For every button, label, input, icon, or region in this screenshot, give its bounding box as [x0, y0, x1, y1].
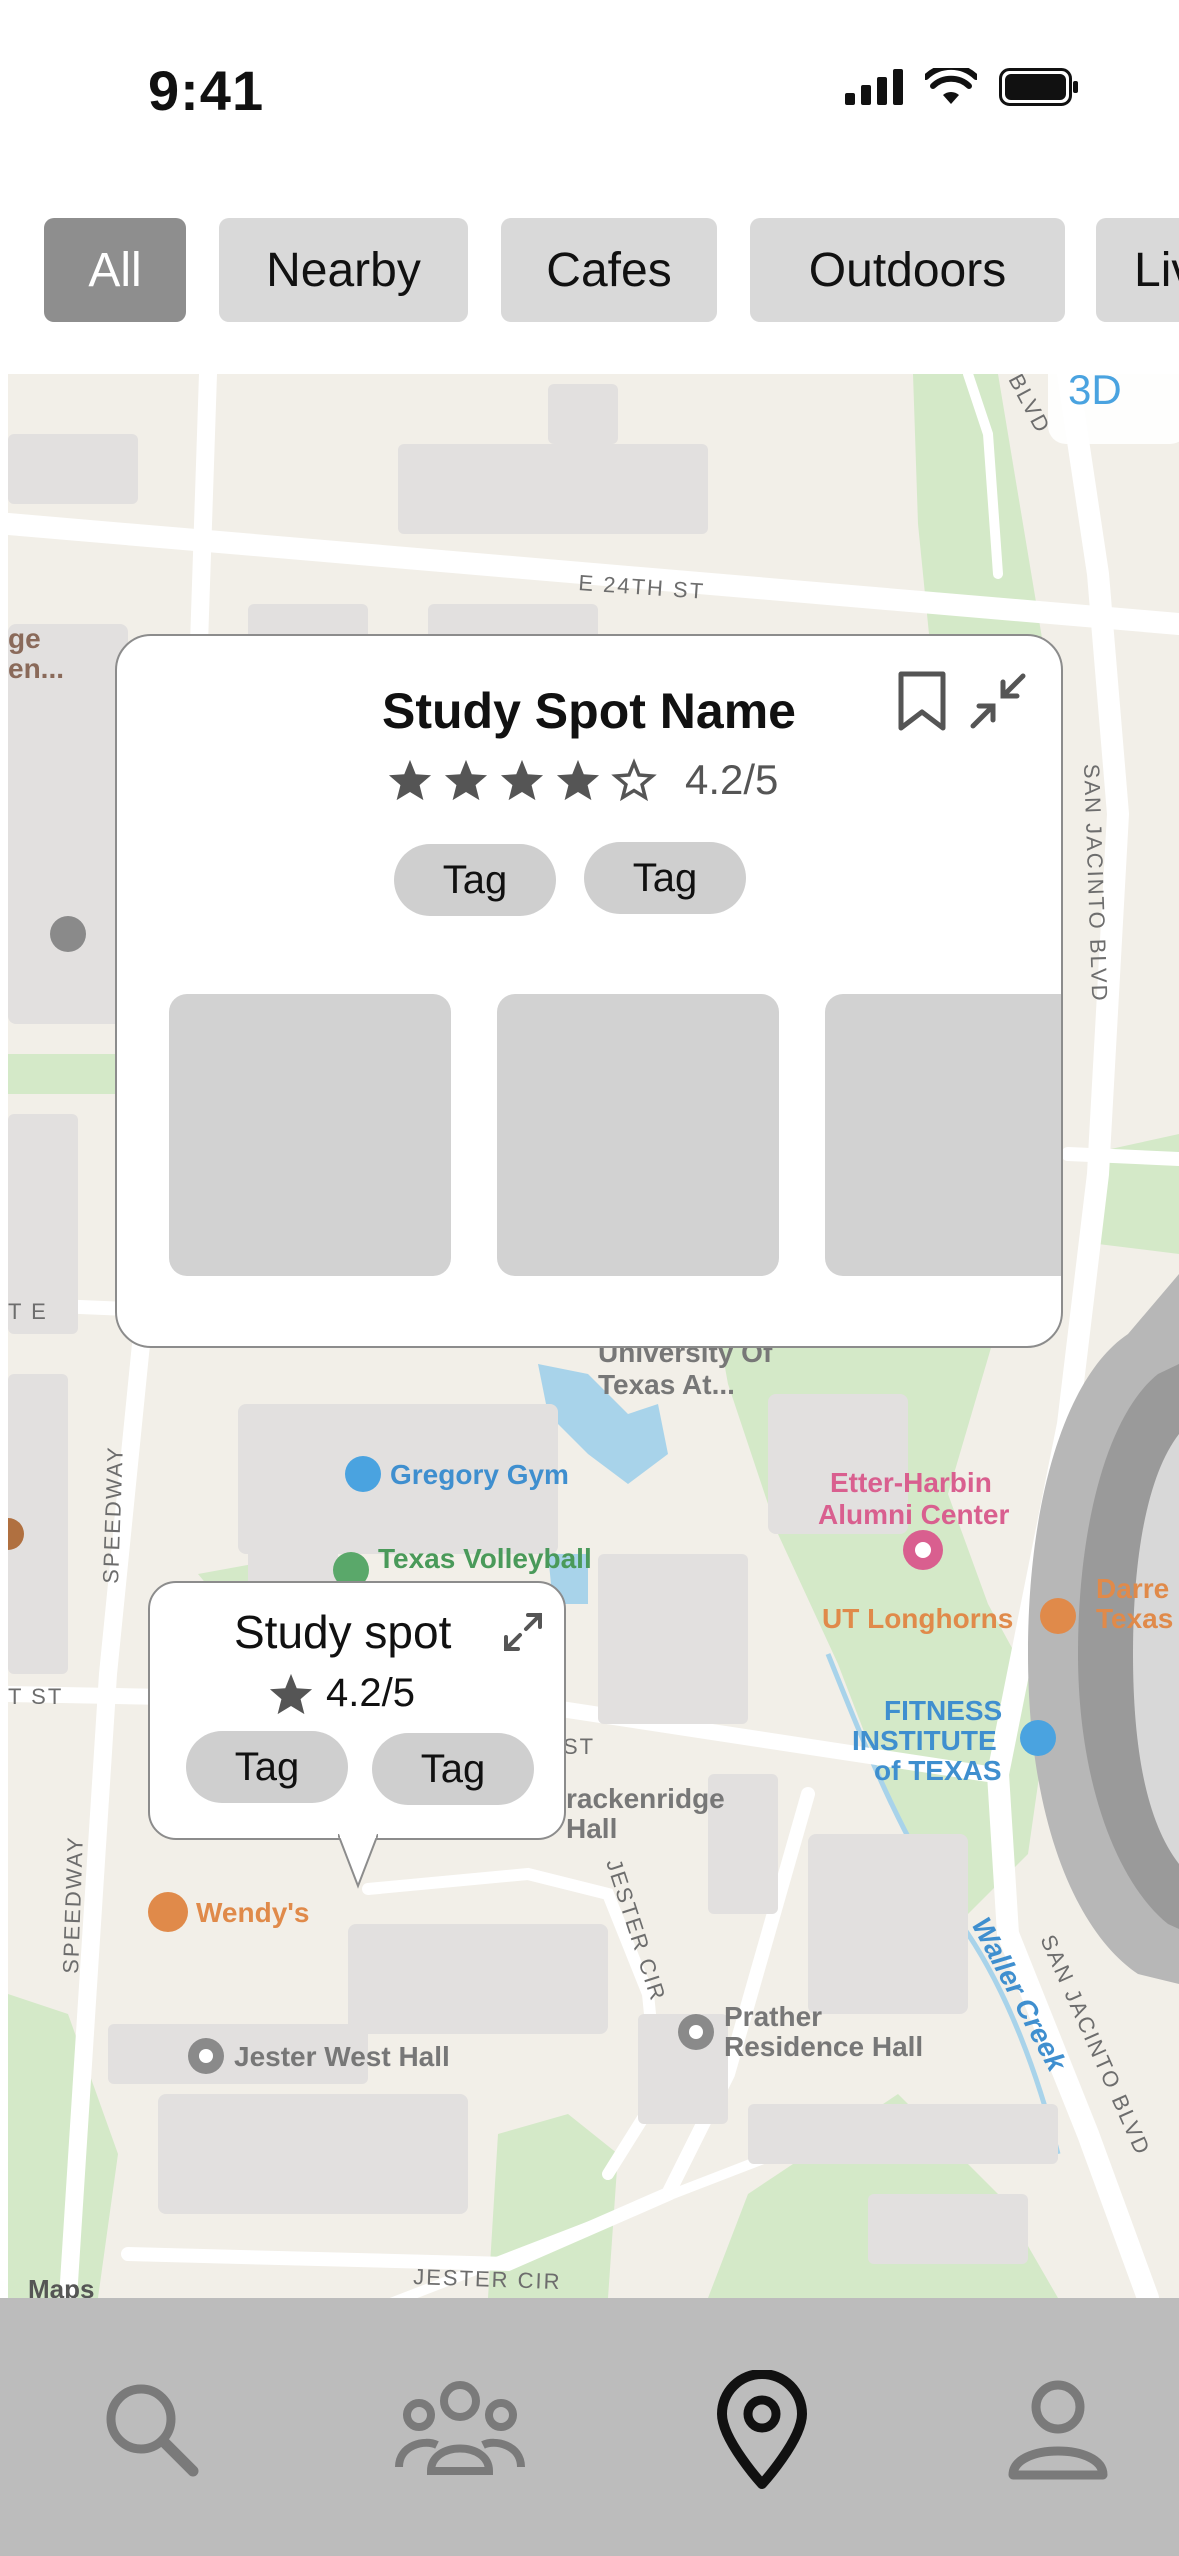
star-filled-icon	[556, 759, 600, 801]
compact-rating: 4.2/5	[268, 1671, 415, 1716]
map-label-ut-longhorns: UT Longhorns	[822, 1603, 1013, 1634]
shopping-poi-icon	[1040, 1598, 1076, 1634]
expand-icon	[504, 1613, 542, 1651]
street-label-speedway-2: SPEEDWAY	[58, 1835, 88, 1974]
fitness-poi-icon	[1020, 1720, 1056, 1756]
map-label-texas-volleyball: Texas Volleyball	[378, 1543, 592, 1574]
map-label-texas-right: Texas	[1096, 1603, 1173, 1634]
restaurant-poi-icon	[148, 1892, 188, 1932]
map-3d-label: 3D	[1068, 374, 1122, 413]
map-label-prather-2: Residence Hall	[724, 2031, 923, 2062]
map-label-texas-at: Texas At...	[598, 1369, 735, 1400]
star-filled-icon	[388, 759, 432, 801]
star-filled-icon	[500, 759, 544, 801]
rating-stars: 4.2/5	[387, 756, 778, 804]
study-spot-card-compact[interactable]: Study spot 4.2/5 Tag Tag	[148, 1581, 566, 1840]
tab-map[interactable]	[692, 2360, 832, 2500]
chip-nearby[interactable]: Nearby	[219, 218, 468, 322]
rating-value: 4.2/5	[685, 756, 779, 803]
tab-profile[interactable]	[988, 2360, 1128, 2500]
profile-icon	[1008, 2380, 1108, 2480]
star-filled-icon	[444, 759, 488, 801]
street-label-st-mid: ST	[563, 1734, 595, 1759]
chip-cafes[interactable]: Cafes	[501, 218, 717, 322]
street-label-st-left: T ST	[8, 1684, 63, 1709]
bottom-tab-bar	[0, 2298, 1179, 2556]
map-label-jester-west: Jester West Hall	[234, 2041, 450, 2072]
street-label-e-left: T E	[8, 1299, 48, 1324]
status-bar: 9:41	[0, 0, 1179, 190]
battery-icon	[999, 68, 1078, 106]
street-label-jester-cir-1: JESTER CIR	[601, 1856, 671, 2005]
tag-chip[interactable]: Tag	[394, 844, 556, 916]
callout-pointer	[338, 1834, 378, 1889]
collapse-card-button[interactable]	[969, 672, 1027, 735]
study-spot-compact-name: Study spot	[234, 1606, 452, 1658]
tag-chip[interactable]: Tag	[372, 1733, 534, 1805]
map-attribution: Maps	[28, 2274, 94, 2298]
gym-poi-icon	[345, 1456, 381, 1492]
photo-thumbnail[interactable]	[169, 994, 451, 1276]
map-label-fitness-3: of TEXAS	[874, 1755, 1002, 1786]
map-label-en: en...	[8, 653, 64, 684]
map-label-prather-1: Prather	[724, 2001, 822, 2032]
cellular-signal-icon	[845, 69, 903, 105]
map-label-brackenridge-1: rackenridge	[566, 1783, 725, 1814]
street-label-speedway-1: SPEEDWAY	[98, 1445, 128, 1584]
study-spot-card-expanded[interactable]: Study Spot Name 4.2/5 Tag Tag	[115, 634, 1063, 1348]
bookmark-icon	[898, 671, 946, 731]
street-label-jester-cir-2: JESTER CIR	[413, 2264, 562, 2294]
chip-outdoors[interactable]: Outdoors	[750, 218, 1065, 322]
photo-thumbnail[interactable]	[497, 994, 779, 1276]
chip-all[interactable]: All	[44, 218, 186, 322]
street-label-blvd: BLVD	[1004, 374, 1056, 438]
map-label-etter-harbin-2: Alumni Center	[818, 1499, 1009, 1530]
wifi-icon	[925, 68, 977, 104]
tag-chip[interactable]: Tag	[584, 842, 746, 914]
search-icon	[106, 2384, 199, 2477]
filter-chip-row: All Nearby Cafes Outdoors Liv	[0, 218, 1179, 326]
map-label-etter-harbin-1: Etter-Harbin	[830, 1467, 992, 1498]
chip-live[interactable]: Liv	[1096, 218, 1179, 322]
map-label-fitness-2: INSTITUTE	[852, 1725, 997, 1756]
community-icon	[395, 2381, 525, 2475]
tag-chip[interactable]: Tag	[186, 1731, 348, 1803]
map-label-gregory-gym: Gregory Gym	[390, 1459, 569, 1490]
map-pin-icon	[717, 2370, 807, 2489]
tab-community[interactable]	[390, 2360, 530, 2500]
status-icons	[845, 68, 1079, 106]
map-label-wendys: Wendy's	[196, 1897, 310, 1928]
status-time: 9:41	[148, 59, 265, 122]
transit-poi-icon	[50, 916, 86, 952]
map-label-ge: ge	[8, 623, 41, 654]
compact-rating-value: 4.2/5	[326, 1671, 415, 1715]
photo-thumbnail[interactable]	[825, 994, 1061, 1276]
star-filled-icon	[269, 1673, 313, 1714]
map-label-brackenridge-2: Hall	[566, 1813, 617, 1844]
star-outline-icon	[611, 758, 657, 802]
map-label-fitness-1: FITNESS	[884, 1695, 1002, 1726]
expand-card-button[interactable]	[502, 1611, 544, 1658]
collapse-icon	[970, 673, 1026, 729]
bookmark-button[interactable]	[897, 670, 947, 737]
tab-search[interactable]	[82, 2360, 222, 2500]
map-label-darre: Darre	[1096, 1573, 1169, 1604]
